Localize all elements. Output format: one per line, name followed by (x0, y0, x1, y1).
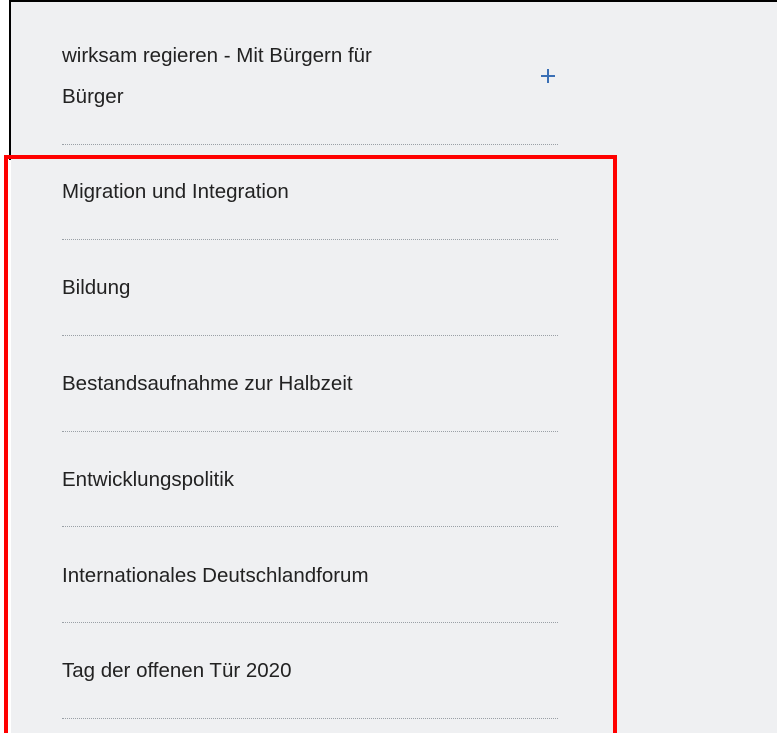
panel-left-border (9, 0, 11, 160)
menu-divider (62, 335, 558, 336)
menu-divider (62, 431, 558, 432)
menu-item-tag-der-offenen-tuer-2020[interactable]: Tag der offenen Tür 2020 (62, 653, 558, 689)
menu-divider (62, 526, 558, 527)
menu-divider (62, 622, 558, 623)
menu-item-bildung[interactable]: Bildung (62, 270, 558, 306)
menu-divider (62, 144, 558, 145)
plus-icon[interactable] (538, 66, 558, 86)
menu-divider (62, 239, 558, 240)
screenshot: wirksam regieren - Mit Bürgern für Bürge… (0, 0, 777, 733)
menu-item-migration-und-integration[interactable]: Migration und Integration (62, 174, 558, 210)
menu-divider (62, 718, 558, 719)
panel-top-border (9, 0, 777, 2)
menu-item-wirksam-regieren-line-2[interactable]: Bürger (62, 79, 558, 115)
menu-item-internationales-deutschlandforum[interactable]: Internationales Deutschlandforum (62, 558, 558, 594)
menu-item-entwicklungspolitik[interactable]: Entwicklungspolitik (62, 462, 558, 498)
menu-item-bestandsaufnahme-zur-halbzeit[interactable]: Bestandsaufnahme zur Halbzeit (62, 366, 558, 402)
menu-item-wirksam-regieren-line-1[interactable]: wirksam regieren - Mit Bürgern für (62, 38, 558, 74)
